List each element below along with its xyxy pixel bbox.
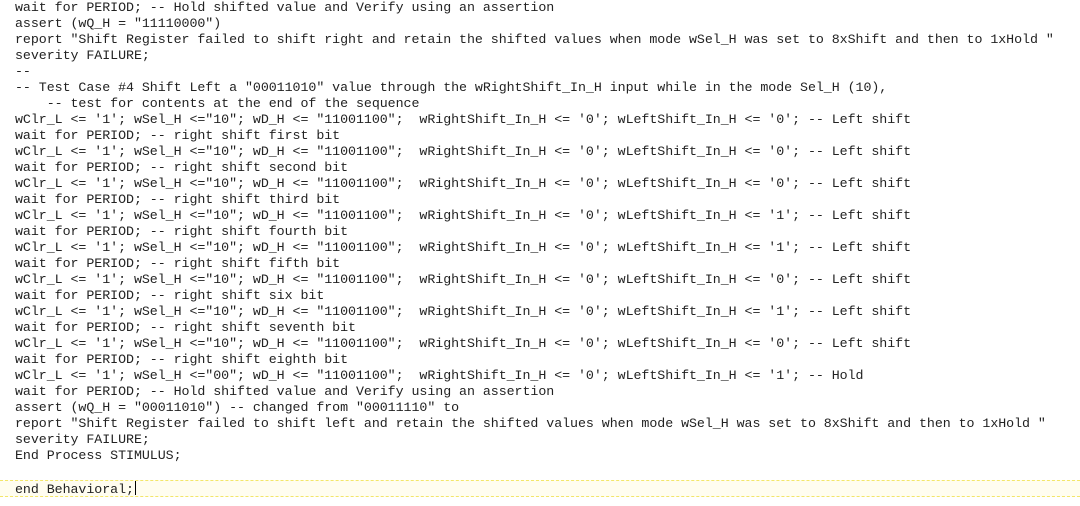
code-line[interactable]: End Process STIMULUS; bbox=[15, 448, 1080, 464]
code-line[interactable]: severity FAILURE; bbox=[15, 432, 1080, 448]
code-line[interactable]: -- bbox=[15, 64, 1080, 80]
code-line[interactable]: wClr_L <= '1'; wSel_H <="10"; wD_H <= "1… bbox=[15, 240, 1080, 256]
code-line[interactable] bbox=[15, 464, 1080, 480]
code-line[interactable]: wClr_L <= '1'; wSel_H <="10"; wD_H <= "1… bbox=[15, 176, 1080, 192]
code-editor[interactable]: wait for PERIOD; -- Hold shifted value a… bbox=[0, 0, 1080, 506]
code-line[interactable]: wClr_L <= '1'; wSel_H <="10"; wD_H <= "1… bbox=[15, 304, 1080, 320]
code-line[interactable]: wait for PERIOD; -- right shift second b… bbox=[15, 160, 1080, 176]
code-line[interactable]: wClr_L <= '1'; wSel_H <="10"; wD_H <= "1… bbox=[15, 112, 1080, 128]
code-line[interactable]: -- test for contents at the end of the s… bbox=[15, 96, 1080, 112]
code-line[interactable]: wait for PERIOD; -- right shift third bi… bbox=[15, 192, 1080, 208]
code-line[interactable]: wait for PERIOD; -- right shift seventh … bbox=[15, 320, 1080, 336]
text-caret bbox=[134, 481, 136, 495]
code-line[interactable]: wait for PERIOD; -- right shift eighth b… bbox=[15, 352, 1080, 368]
code-line[interactable]: wait for PERIOD; -- right shift six bit bbox=[15, 288, 1080, 304]
code-line[interactable]: report "Shift Register failed to shift r… bbox=[15, 32, 1080, 48]
current-line[interactable]: end Behavioral; bbox=[0, 480, 1080, 497]
code-line[interactable]: wait for PERIOD; -- right shift first bi… bbox=[15, 128, 1080, 144]
code-line[interactable]: wClr_L <= '1'; wSel_H <="10"; wD_H <= "1… bbox=[15, 144, 1080, 160]
code-area[interactable]: wait for PERIOD; -- Hold shifted value a… bbox=[0, 0, 1080, 497]
code-line[interactable]: wait for PERIOD; -- right shift fifth bi… bbox=[15, 256, 1080, 272]
code-line[interactable]: wClr_L <= '1'; wSel_H <="00"; wD_H <= "1… bbox=[15, 368, 1080, 384]
code-line[interactable]: wait for PERIOD; -- Hold shifted value a… bbox=[15, 384, 1080, 400]
code-line[interactable]: severity FAILURE; bbox=[15, 48, 1080, 64]
code-line[interactable]: -- Test Case #4 Shift Left a "00011010" … bbox=[15, 80, 1080, 96]
code-line[interactable]: assert (wQ_H = "11110000") bbox=[15, 16, 1080, 32]
code-line[interactable]: wClr_L <= '1'; wSel_H <="10"; wD_H <= "1… bbox=[15, 336, 1080, 352]
code-line[interactable]: wait for PERIOD; -- Hold shifted value a… bbox=[15, 0, 1080, 16]
code-line[interactable]: assert (wQ_H = "00011010") -- changed fr… bbox=[15, 400, 1080, 416]
code-line[interactable]: wClr_L <= '1'; wSel_H <="10"; wD_H <= "1… bbox=[15, 272, 1080, 288]
code-line[interactable]: report "Shift Register failed to shift l… bbox=[15, 416, 1080, 432]
code-line[interactable]: wClr_L <= '1'; wSel_H <="10"; wD_H <= "1… bbox=[15, 208, 1080, 224]
code-line[interactable]: wait for PERIOD; -- right shift fourth b… bbox=[15, 224, 1080, 240]
current-line-text: end Behavioral; bbox=[15, 482, 134, 497]
